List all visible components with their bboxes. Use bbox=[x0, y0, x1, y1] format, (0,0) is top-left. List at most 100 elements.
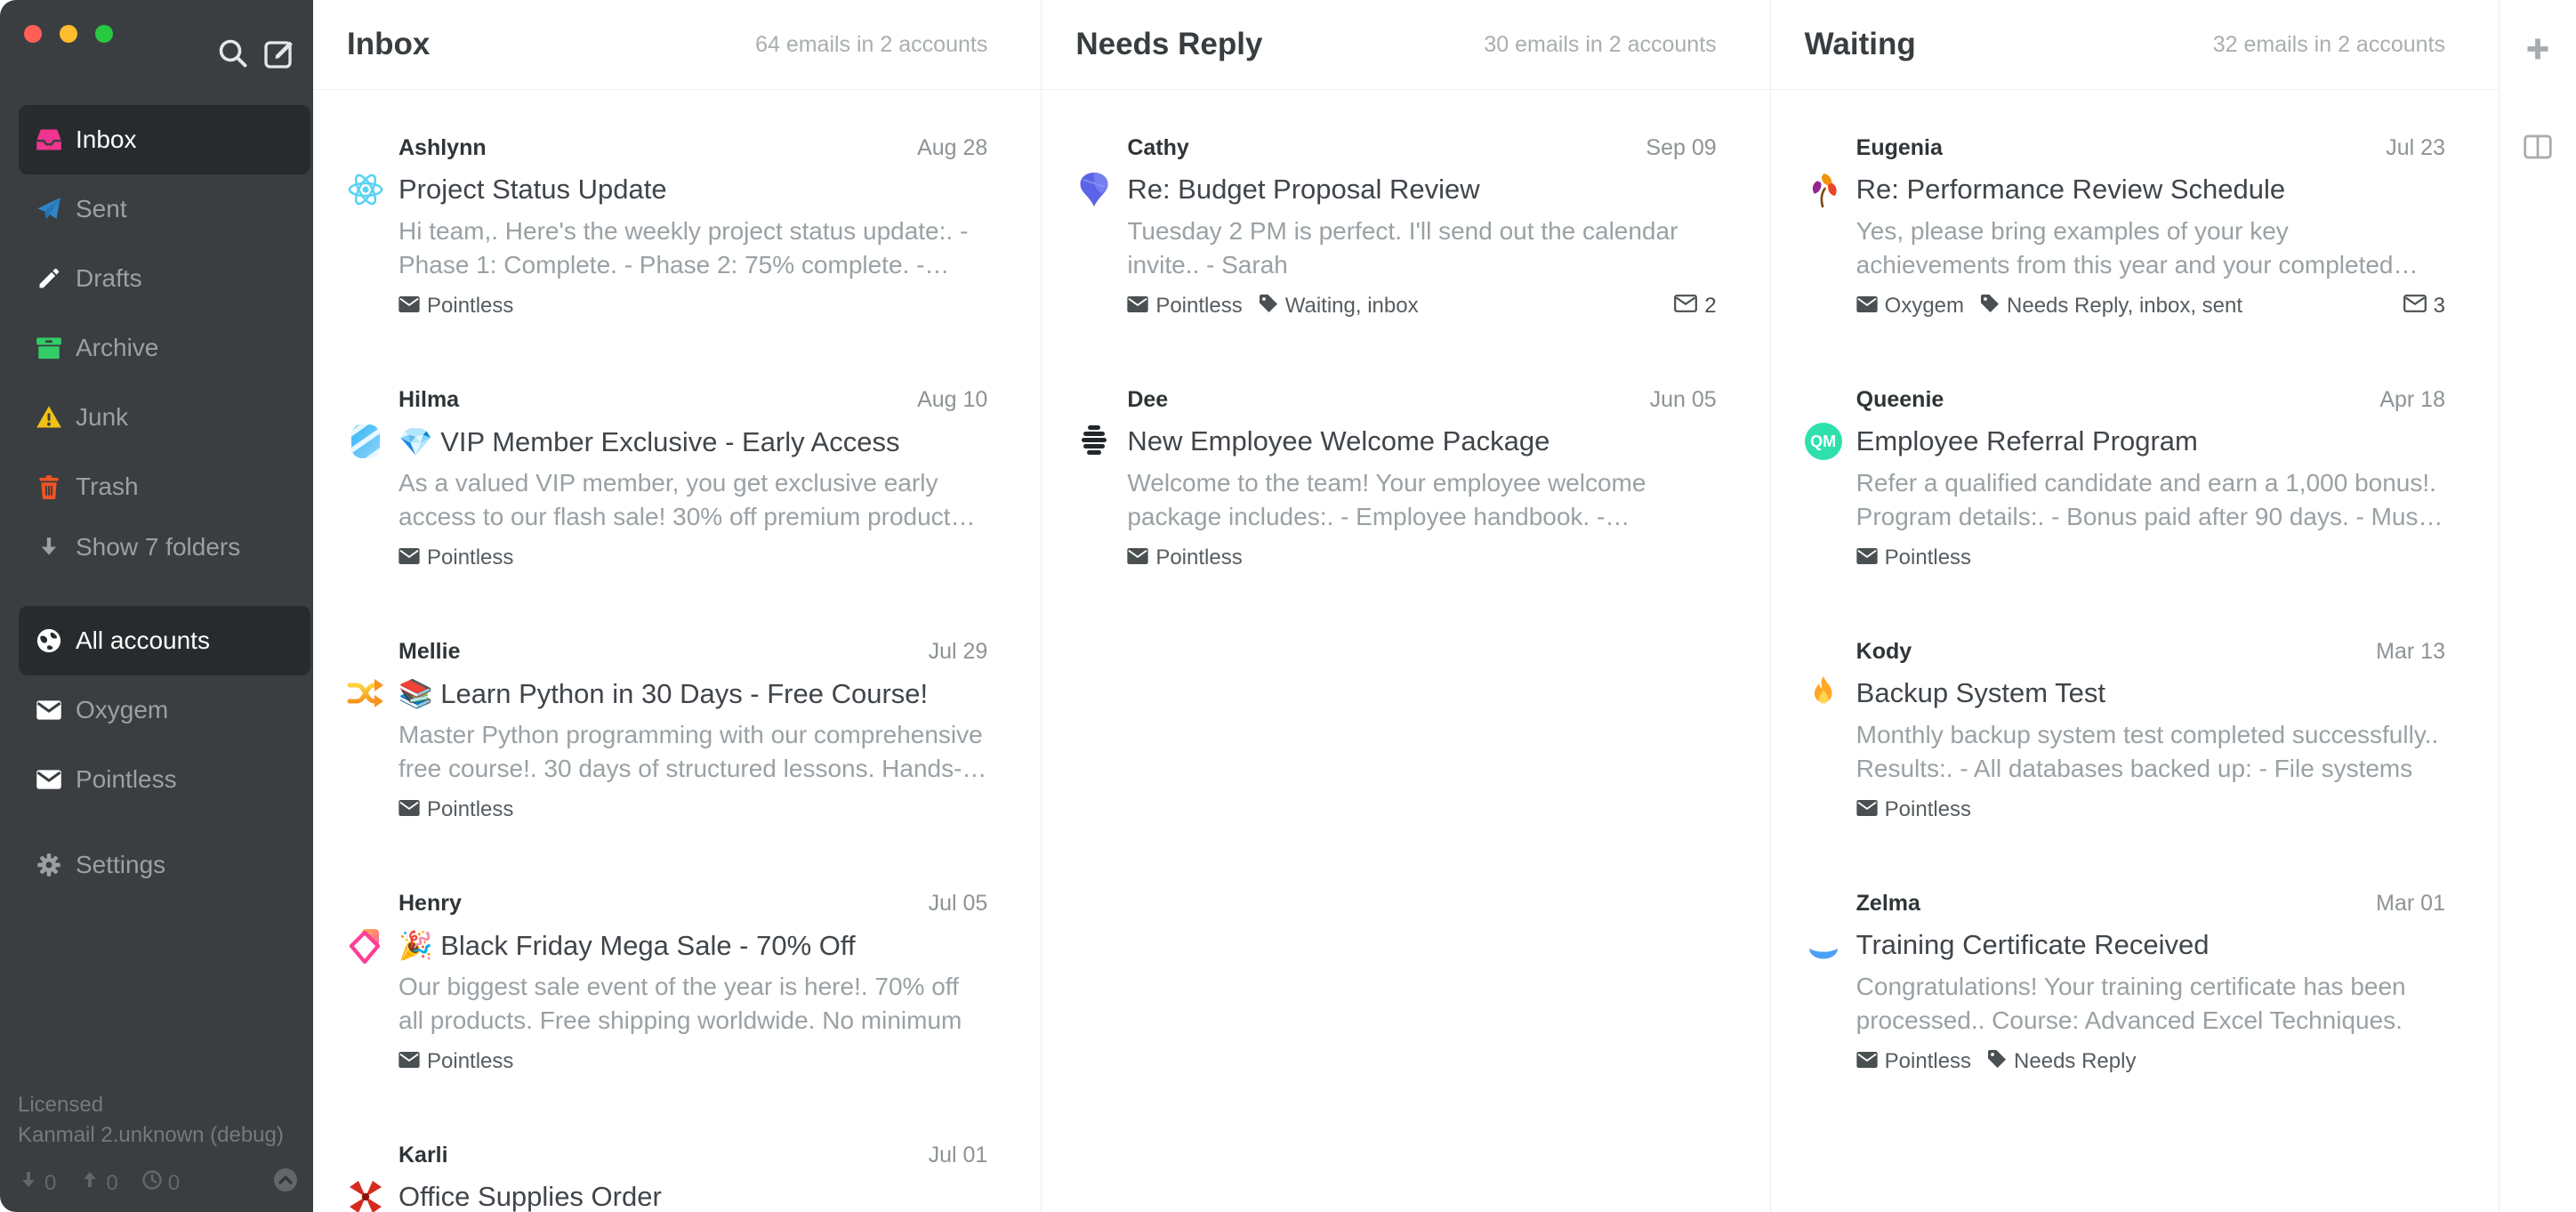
envelope-icon bbox=[36, 697, 62, 723]
email-sender: Eugenia bbox=[1856, 134, 1943, 161]
email-card[interactable]: CathySep 09Re: Budget Proposal ReviewTue… bbox=[1075, 134, 1716, 319]
email-date: Jul 01 bbox=[929, 1142, 988, 1168]
inbox-tray-icon bbox=[36, 126, 62, 153]
column-card-list: Eugenia Jul 23 Re: Performance Review Sche… bbox=[1771, 90, 2499, 1212]
email-subject-row: Re: Performance Review Schedule bbox=[1805, 170, 2445, 209]
minimize-button[interactable] bbox=[60, 25, 77, 43]
shuffle-arrows-icon bbox=[347, 675, 384, 712]
email-card[interactable]: KarliJul 01Office Supplies Order bbox=[347, 1142, 987, 1212]
blue-gem-icon bbox=[1075, 171, 1113, 208]
sidebar-item-show-7-folders[interactable]: Show 7 folders bbox=[19, 521, 310, 573]
sidebar-item-archive[interactable]: Archive bbox=[19, 313, 310, 383]
sidebar-item-trash[interactable]: Trash bbox=[19, 452, 310, 521]
scroll-to-top-button[interactable] bbox=[272, 1167, 299, 1200]
email-sender: Karli bbox=[398, 1142, 448, 1168]
sidebar-account-oxygem[interactable]: Oxygem bbox=[19, 675, 310, 745]
license-info: Licensed Kanmail 2.unknown (debug) bbox=[18, 1090, 299, 1151]
clock-icon bbox=[141, 1169, 163, 1197]
column-waiting: Waiting32 emails in 2 accountsEugeniaJul… bbox=[1771, 0, 2500, 1212]
email-card[interactable]: HenryJul 05🎉 Black Friday Mega Sale - 70… bbox=[347, 890, 987, 1075]
email-card[interactable]: KodyMar 13Backup System TestMonthly back… bbox=[1805, 638, 2445, 823]
zoom-button[interactable] bbox=[95, 25, 113, 43]
email-card[interactable]: Eugenia Jul 23 Re: Performance Review Sche… bbox=[1805, 134, 2445, 319]
email-meta-row: Pointless bbox=[1856, 796, 2445, 823]
column-header: Needs Reply30 emails in 2 accounts bbox=[1042, 0, 1769, 90]
email-subject-row: Training Certificate Received bbox=[1805, 925, 2445, 965]
globe-icon bbox=[36, 627, 62, 654]
sidebar-item-sent[interactable]: Sent bbox=[19, 174, 310, 244]
email-card[interactable]: ZelmaMar 01 Training Certificate Received… bbox=[1805, 890, 2445, 1075]
email-subject-row: Re: Budget Proposal Review bbox=[1075, 170, 1716, 209]
email-card[interactable]: MellieJul 29📚 Learn Python in 30 Days - … bbox=[347, 638, 987, 823]
sidebar-account-pointless[interactable]: Pointless bbox=[19, 745, 310, 814]
split-columns-icon bbox=[2524, 134, 2552, 164]
email-subject-row: 🎉 Black Friday Mega Sale - 70% Off bbox=[347, 925, 987, 965]
account-name: Pointless bbox=[427, 797, 513, 822]
email-subject: Employee Referral Program bbox=[1856, 425, 2198, 457]
sidebar-account-label: All accounts bbox=[76, 626, 210, 655]
split-columns-button[interactable] bbox=[2524, 134, 2552, 164]
email-card[interactable]: HilmaAug 10💎 VIP Member Exclusive - Earl… bbox=[347, 386, 987, 571]
account-name: Pointless bbox=[1885, 1049, 1971, 1074]
email-card-top: ZelmaMar 01 bbox=[1805, 890, 2445, 917]
column-card-list: CathySep 09Re: Budget Proposal ReviewTue… bbox=[1042, 90, 1769, 1212]
compose-button[interactable] bbox=[263, 39, 295, 71]
email-date: Sep 09 bbox=[1646, 134, 1716, 161]
chevron-up-circle-icon bbox=[272, 1167, 299, 1200]
paper-plane-icon bbox=[36, 196, 62, 222]
envelope-small-icon bbox=[398, 294, 420, 319]
column-header: Inbox64 emails in 2 accounts bbox=[313, 0, 1041, 90]
envelope-small-icon bbox=[1856, 545, 1878, 570]
tag-list: Needs Reply bbox=[2014, 1049, 2136, 1074]
sidebar-item-drafts[interactable]: Drafts bbox=[19, 244, 310, 313]
gear-icon bbox=[36, 852, 62, 878]
right-rail bbox=[2500, 0, 2576, 1212]
account-name: Pointless bbox=[427, 545, 513, 570]
email-subject-row: Project Status Update bbox=[347, 170, 987, 209]
sidebar-account-all-accounts[interactable]: All accounts bbox=[19, 606, 310, 675]
email-sender: Queenie bbox=[1856, 386, 1944, 413]
red-pinwheel-icon bbox=[347, 1178, 384, 1212]
email-subject: 🎉 Black Friday Mega Sale - 70% Off bbox=[398, 929, 856, 962]
sidebar-item-label: Trash bbox=[76, 473, 139, 501]
sidebar-item-label: Sent bbox=[76, 195, 127, 223]
email-card[interactable]: AshlynnAug 28Project Status UpdateHi tea… bbox=[347, 134, 987, 319]
tags-badge: Needs Reply bbox=[1987, 1049, 2136, 1075]
email-card-top: KodyMar 13 bbox=[1805, 638, 2445, 665]
sidebar-item-label: Junk bbox=[76, 403, 128, 432]
sidebar-item-settings[interactable]: Settings bbox=[19, 830, 310, 900]
email-card[interactable]: DeeJun 05New Employee Welcome PackageWel… bbox=[1075, 386, 1716, 571]
account-badge: Pointless bbox=[1127, 545, 1242, 570]
window-controls bbox=[24, 25, 113, 43]
email-date: Apr 18 bbox=[2379, 386, 2445, 413]
account-badge: Pointless bbox=[398, 294, 513, 319]
download-arrow-icon bbox=[18, 1169, 39, 1197]
thread-count: 2 bbox=[1704, 294, 1716, 319]
tag-list: Waiting, inbox bbox=[1285, 294, 1419, 319]
sidebar-item-inbox[interactable]: Inbox bbox=[19, 105, 310, 174]
sidebar-item-label: Drafts bbox=[76, 264, 142, 293]
sidebar-toolbar bbox=[217, 39, 295, 71]
email-meta-row: Pointless bbox=[398, 796, 987, 823]
column-card-list: AshlynnAug 28Project Status UpdateHi tea… bbox=[313, 90, 1041, 1212]
email-card[interactable]: QueenieApr 18QMEmployee Referral Program… bbox=[1805, 386, 2445, 571]
email-date: Jul 05 bbox=[929, 890, 988, 917]
close-button[interactable] bbox=[24, 25, 42, 43]
email-sender: Zelma bbox=[1856, 890, 1920, 917]
email-preview: Monthly backup system test completed suc… bbox=[1856, 718, 2445, 786]
sidebar-item-junk[interactable]: Junk bbox=[19, 383, 310, 452]
search-button[interactable] bbox=[217, 39, 249, 71]
status-count: 0 bbox=[106, 1171, 117, 1196]
tag-icon bbox=[1980, 294, 2000, 319]
envelope-outline-icon bbox=[1674, 294, 1697, 319]
account-name: Pointless bbox=[1885, 797, 1971, 822]
kanmail-app-window: Inbox Sent Drafts Archive Junk Trash Show 7 fo… bbox=[0, 0, 2576, 1212]
pencil-icon bbox=[36, 265, 62, 292]
email-meta-row: Pointless bbox=[1856, 545, 2445, 571]
column-inbox: Inbox64 emails in 2 accounts AshlynnAug 2… bbox=[313, 0, 1042, 1212]
app-version: Kanmail 2.unknown (debug) bbox=[18, 1120, 299, 1151]
plus-button[interactable] bbox=[2524, 36, 2551, 67]
email-date: Jul 23 bbox=[2386, 134, 2445, 161]
sidebar-account-label: Pointless bbox=[76, 765, 177, 794]
email-meta-row: PointlessWaiting, inbox2 bbox=[1127, 293, 1716, 319]
